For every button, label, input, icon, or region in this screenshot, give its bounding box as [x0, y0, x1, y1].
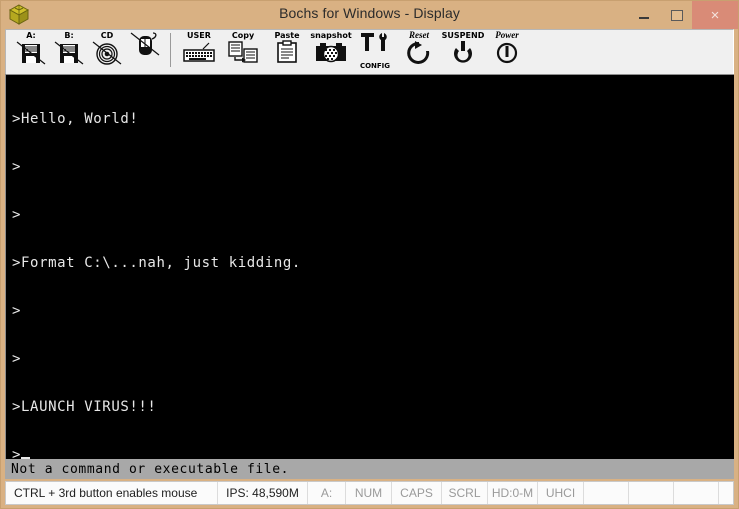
keyboard-icon [181, 40, 217, 69]
toolbar-button-copy[interactable]: Copy [221, 30, 265, 72]
close-button[interactable]: × [692, 1, 738, 29]
tools-icon [358, 31, 392, 62]
status-ips: IPS: 48,590M [218, 482, 308, 504]
cdrom-icon [92, 40, 122, 71]
toolbar-label-paste: Paste [274, 31, 300, 40]
toolbar-label-power: Power [495, 30, 519, 40]
bochs-box-icon [6, 2, 32, 28]
status-led-caps: CAPS [392, 482, 442, 504]
window-controls: × [628, 1, 738, 29]
maximize-icon [670, 9, 683, 21]
status-led-floppy-a: A: [308, 482, 346, 504]
minimize-icon [638, 16, 649, 19]
status-led-uhci: UHCI [538, 482, 584, 504]
toolbar: A: B: CD USER Copy Paste snapshot CONFIG… [5, 29, 734, 74]
title-bar: Bochs for Windows - Display × [1, 1, 738, 29]
toolbar-label-suspend: SUSPEND [441, 31, 485, 40]
toolbar-label-floppy-a: A: [26, 31, 36, 40]
terminal-line: >LAUNCH VIRUS!!! [12, 399, 157, 415]
toolbar-button-floppy-a[interactable]: A: [12, 30, 50, 72]
terminal-output: >Hello, World! > > >Format C:\...nah, ju… [6, 75, 734, 459]
toolbar-label-user: USER [187, 31, 211, 40]
terminal-line: > [12, 159, 22, 175]
vm-message-bar: Not a command or executable file. [5, 459, 734, 479]
prompt-symbol: > [12, 447, 22, 459]
status-mouse-hint: CTRL + 3rd button enables mouse [6, 482, 218, 504]
power-icon [493, 40, 521, 69]
floppy-b-icon [54, 40, 84, 71]
toolbar-button-floppy-b[interactable]: B: [50, 30, 88, 72]
terminal-cursor [21, 457, 31, 459]
copy-icon [226, 40, 260, 69]
terminal-prompt-line: > [12, 447, 734, 459]
toolbar-label-snapshot: snapshot [310, 31, 352, 40]
minimize-button[interactable] [628, 1, 659, 29]
toolbar-label-cdrom: CD [100, 31, 114, 40]
mouse-disabled-icon [130, 31, 160, 62]
status-led-num: NUM [346, 482, 392, 504]
paste-icon [272, 40, 302, 69]
status-cell-empty [719, 482, 733, 504]
toolbar-button-mouse[interactable] [126, 30, 164, 72]
camera-icon [312, 40, 350, 69]
toolbar-button-snapshot[interactable]: snapshot [309, 30, 353, 72]
toolbar-label-reset: Reset [409, 30, 429, 40]
toolbar-button-user[interactable]: USER [177, 30, 221, 72]
status-bar: CTRL + 3rd button enables mouse IPS: 48,… [5, 481, 734, 505]
toolbar-label-copy: Copy [231, 31, 255, 40]
reset-arrow-icon [405, 40, 433, 69]
toolbar-button-reset[interactable]: Reset [397, 30, 441, 72]
toolbar-label-floppy-b: B: [64, 31, 74, 40]
status-cell-empty [584, 482, 629, 504]
terminal-line: >Format C:\...nah, just kidding. [12, 255, 301, 271]
status-led-hd: HD:0-M [488, 482, 538, 504]
status-led-scrl: SCRL [442, 482, 488, 504]
status-cell-empty [629, 482, 674, 504]
bochs-window: Bochs for Windows - Display × A: B: CD U… [0, 0, 739, 509]
toolbar-button-suspend[interactable]: SUSPEND [441, 30, 485, 72]
vm-display-screen[interactable]: >Hello, World! > > >Format C:\...nah, ju… [5, 74, 734, 459]
maximize-button[interactable] [661, 1, 692, 29]
floppy-a-icon [16, 40, 46, 71]
toolbar-button-config[interactable]: CONFIG [353, 30, 397, 72]
terminal-line: > [12, 303, 22, 319]
terminal-line: > [12, 351, 22, 367]
toolbar-separator [170, 33, 171, 67]
terminal-line: >Hello, World! [12, 111, 139, 127]
toolbar-label-config: CONFIG [359, 62, 391, 70]
toolbar-button-cdrom[interactable]: CD [88, 30, 126, 72]
suspend-icon [449, 40, 477, 69]
toolbar-button-power[interactable]: Power [485, 30, 529, 72]
terminal-line: > [12, 207, 22, 223]
toolbar-button-paste[interactable]: Paste [265, 30, 309, 72]
status-cell-empty [674, 482, 719, 504]
